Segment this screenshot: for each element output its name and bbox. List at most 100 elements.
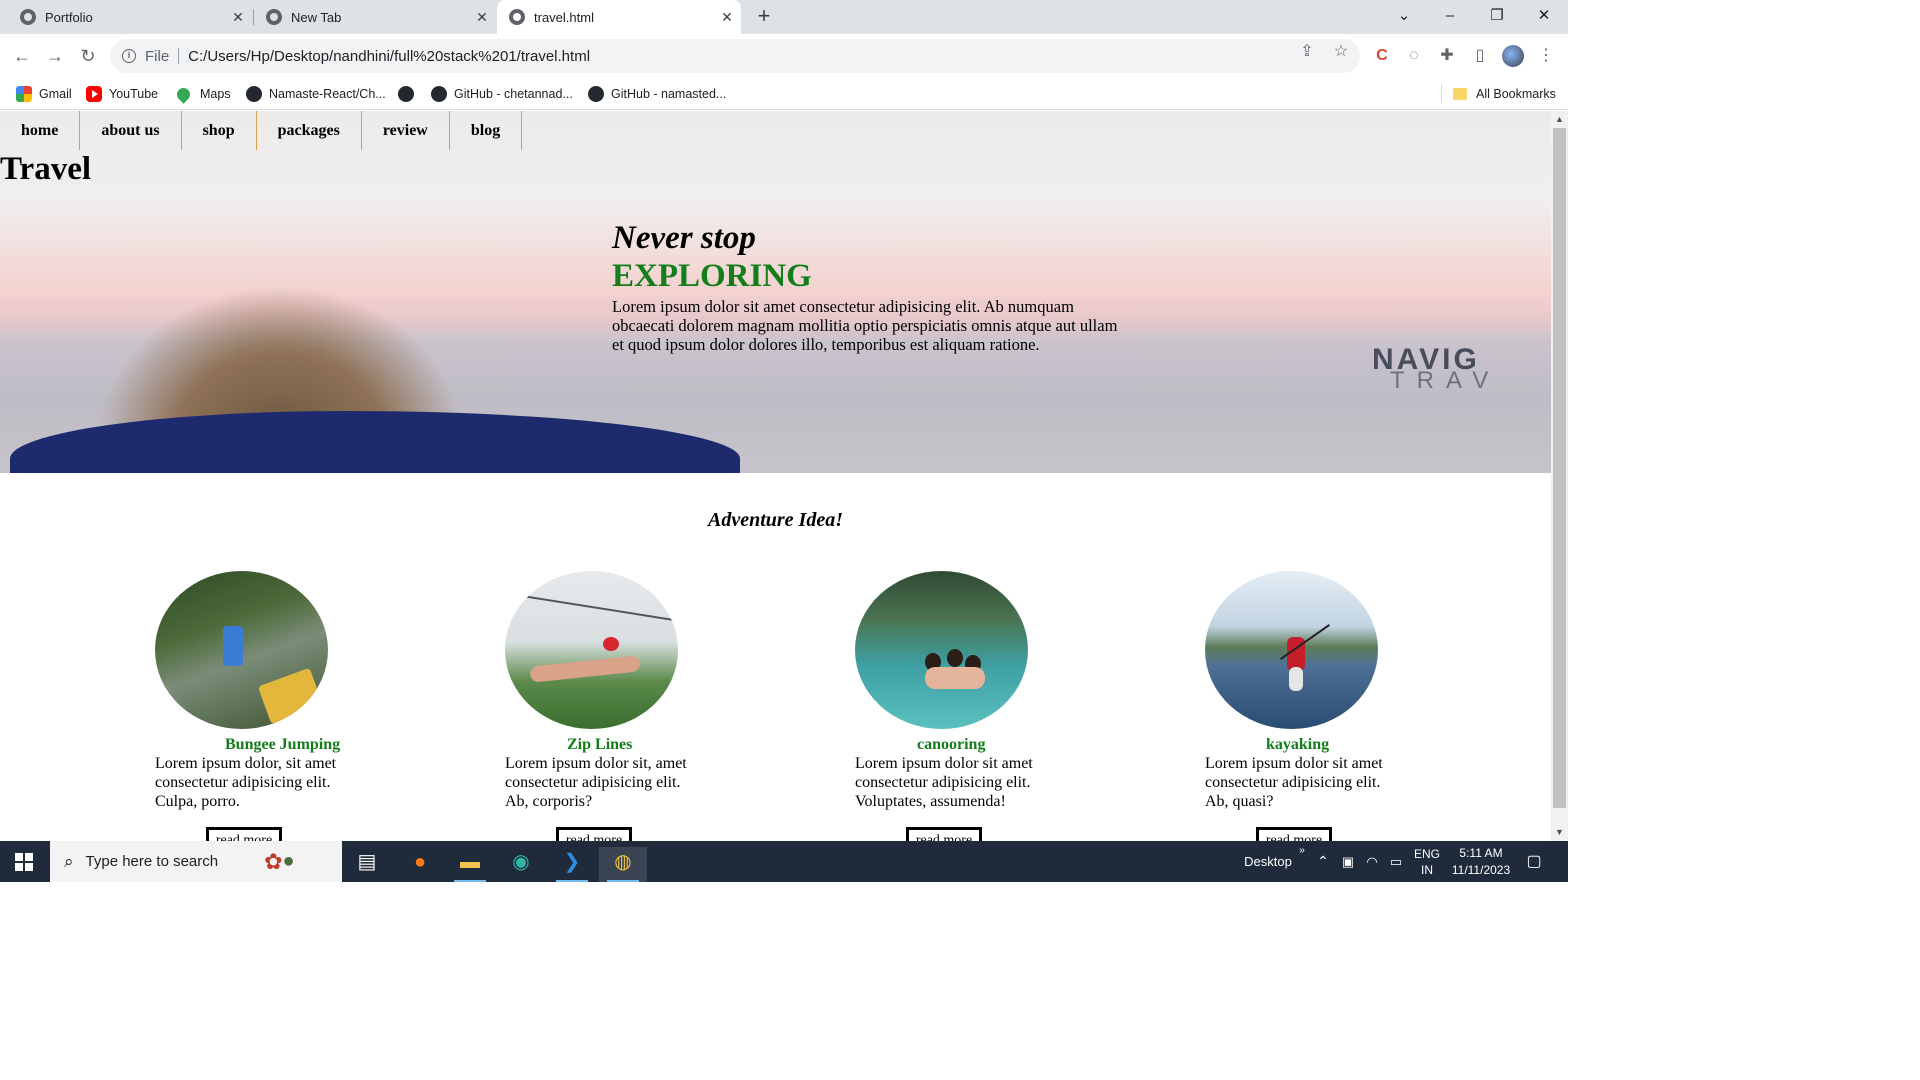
new-tab-button[interactable]: + (752, 5, 776, 29)
minimize-button[interactable]: – (1427, 0, 1473, 34)
card-image (1205, 571, 1378, 729)
tab-portfolio[interactable]: Portfolio ✕ (0, 0, 252, 34)
wifi-icon[interactable]: ◠ (1362, 841, 1382, 882)
bookmark-github-namasted[interactable]: GitHub - namasted... (588, 84, 726, 104)
bookmark-label: Namaste-React/Ch... (269, 87, 386, 101)
file-explorer-icon[interactable]: ▬ (446, 847, 494, 882)
nav-about-us[interactable]: about us (80, 111, 182, 150)
windows-taskbar: ⌕ Type here to search ✿ ● ▤ ● ▬ ◉ ❯ ◍ De… (0, 841, 1568, 882)
share-icon[interactable]: ⇪ (1298, 43, 1316, 61)
card-title: Zip Lines (567, 736, 633, 753)
vscode-icon[interactable]: ❯ (548, 847, 596, 882)
browser-toolbar: ← → ↻ i File C:/Users/Hp/Desktop/nandhin… (0, 34, 1568, 78)
windows-start-icon[interactable] (15, 853, 33, 871)
scroll-down-arrow-icon[interactable]: ▼ (1551, 824, 1568, 841)
hero-heading-line1: Never stop (612, 220, 756, 256)
taskbar-search-placeholder: Type here to search (85, 853, 219, 870)
hero-person-shirt (10, 411, 740, 473)
hero-text: Lorem ipsum dolor sit amet consectetur a… (612, 297, 1118, 354)
notifications-icon[interactable]: ▢ (1522, 841, 1546, 882)
close-icon[interactable]: ✕ (230, 9, 246, 25)
read-more-button[interactable]: read more (906, 827, 982, 841)
clock-time: 5:11 AM (1459, 846, 1503, 860)
card-text: Lorem ipsum dolor, sit amet consectetur … (155, 755, 337, 810)
bookmark-star-icon[interactable]: ☆ (1332, 43, 1350, 61)
card-title: canooring (917, 736, 986, 753)
tab-travel[interactable]: travel.html ✕ (497, 0, 741, 34)
card-image (505, 571, 678, 729)
nav-shop[interactable]: shop (182, 111, 257, 150)
close-icon[interactable]: ✕ (719, 9, 735, 25)
clock-date: 11/11/2023 (1451, 863, 1511, 877)
read-more-button[interactable]: read more (1256, 827, 1332, 841)
nav-home[interactable]: home (0, 111, 81, 150)
extension-face-icon[interactable]: ◌ (1404, 46, 1424, 66)
taskbar-search[interactable]: ⌕ Type here to search ✿ ● (50, 841, 342, 882)
nav-review[interactable]: review (362, 111, 450, 150)
tab-title: travel.html (534, 9, 594, 25)
menu-kebab-icon[interactable]: ⋮ (1536, 46, 1556, 66)
bookmark-label: Gmail (39, 87, 72, 101)
scrollbar-thumb[interactable] (1553, 128, 1566, 808)
bookmark-label: YouTube (109, 87, 159, 101)
bookmark-label: GitHub - namasted... (611, 87, 727, 101)
extensions-puzzle-icon[interactable]: ✚ (1437, 46, 1457, 66)
bookmark-github-chetannad[interactable]: GitHub - chetannad... (431, 84, 573, 104)
card-text: Lorem ipsum dolor sit, amet consectetur … (505, 755, 687, 810)
nav-blog[interactable]: blog (450, 111, 523, 150)
tab-new-tab[interactable]: New Tab ✕ (254, 0, 496, 34)
bookmark-namaste-react[interactable]: Namaste-React/Ch... (246, 84, 386, 104)
hero-watermark-logo-sub: TRAV (1390, 367, 1501, 394)
meet-icon[interactable]: ▣ (1338, 841, 1358, 882)
nav-packages[interactable]: packages (257, 111, 362, 150)
close-window-button[interactable]: ✕ (1521, 0, 1567, 34)
card-text: Lorem ipsum dolor sit amet consectetur a… (1205, 755, 1383, 810)
search-icon: ⌕ (64, 851, 74, 871)
address-divider (178, 48, 180, 64)
card-title: kayaking (1266, 736, 1330, 753)
language-indicator[interactable]: ENG IN (1412, 841, 1442, 882)
globe-icon (266, 9, 282, 25)
restore-button[interactable]: ❐ (1474, 0, 1520, 34)
hero-heading-line2: EXPLORING (612, 258, 812, 294)
folder-icon (1453, 88, 1467, 100)
edge-icon[interactable]: ◉ (497, 847, 545, 882)
tab-search-chevron-icon[interactable]: ⌄ (1381, 0, 1427, 34)
read-more-button[interactable]: read more (556, 827, 632, 841)
tray-desktop-label[interactable]: Desktop (1240, 841, 1296, 882)
bookmark-github[interactable] (398, 84, 421, 104)
info-icon[interactable]: i (122, 49, 136, 63)
firefox-icon[interactable]: ● (396, 847, 444, 882)
chrome-icon[interactable]: ◍ (599, 847, 647, 882)
card-title: Bungee Jumping (225, 736, 341, 753)
all-bookmarks-label: All Bookmarks (1476, 87, 1556, 101)
youtube-icon (86, 86, 102, 102)
task-view-icon[interactable]: ▤ (343, 847, 391, 882)
extension-c-icon[interactable]: C (1372, 46, 1392, 66)
card-canooring: canooring Lorem ipsum dolor sit amet con… (855, 571, 1095, 841)
page-scrollbar[interactable]: ▲ ▼ (1551, 111, 1568, 841)
profile-avatar[interactable] (1502, 45, 1524, 67)
battery-icon[interactable]: ▭ (1386, 841, 1406, 882)
close-icon[interactable]: ✕ (474, 9, 490, 25)
bookmark-youtube[interactable]: YouTube (86, 84, 158, 104)
scroll-up-arrow-icon[interactable]: ▲ (1551, 111, 1568, 128)
tray-overflow-icon[interactable]: » (1296, 841, 1308, 882)
card-image (855, 571, 1028, 729)
read-more-button[interactable]: read more (206, 827, 282, 841)
card-text: Lorem ipsum dolor sit amet consectetur a… (855, 755, 1033, 810)
side-panel-icon[interactable]: ▯ (1470, 46, 1490, 66)
bookmark-gmail[interactable]: Gmail (16, 84, 72, 104)
back-button[interactable]: ← (10, 44, 34, 68)
globe-icon (509, 9, 525, 25)
search-highlight-flower-icon: ✿ (264, 848, 283, 874)
bookmark-maps[interactable]: Maps (174, 84, 231, 104)
all-bookmarks[interactable]: All Bookmarks (1453, 84, 1556, 104)
address-bar[interactable]: i File C:/Users/Hp/Desktop/nandhini/full… (110, 39, 1360, 73)
clock[interactable]: 5:11 AM 11/11/2023 (1446, 841, 1516, 882)
show-hidden-icons-icon[interactable]: ⌃ (1313, 841, 1333, 882)
github-icon (588, 86, 604, 102)
reload-button[interactable]: ↻ (76, 44, 100, 68)
forward-button[interactable]: → (43, 44, 67, 68)
section-title: Adventure Idea! (708, 509, 843, 531)
